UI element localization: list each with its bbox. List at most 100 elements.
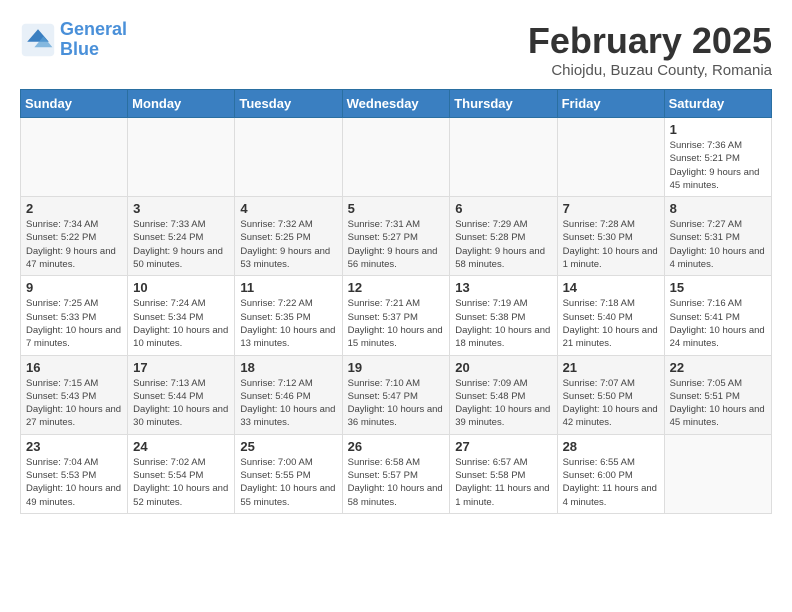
day-info: Sunrise: 7:16 AM Sunset: 5:41 PM Dayligh… bbox=[670, 297, 766, 350]
day-number: 4 bbox=[240, 201, 336, 216]
calendar-day-cell: 20 Sunrise: 7:09 AM Sunset: 5:48 PM Dayli… bbox=[450, 355, 557, 434]
calendar-day-cell bbox=[21, 118, 128, 197]
day-info: Sunrise: 7:21 AM Sunset: 5:37 PM Dayligh… bbox=[348, 297, 445, 350]
calendar-day-cell: 2 Sunrise: 7:34 AM Sunset: 5:22 PM Daylig… bbox=[21, 197, 128, 276]
day-info: Sunrise: 7:24 AM Sunset: 5:34 PM Dayligh… bbox=[133, 297, 229, 350]
day-info: Sunrise: 7:31 AM Sunset: 5:27 PM Dayligh… bbox=[348, 218, 445, 271]
day-info: Sunrise: 7:32 AM Sunset: 5:25 PM Dayligh… bbox=[240, 218, 336, 271]
day-number: 10 bbox=[133, 280, 229, 295]
day-number: 19 bbox=[348, 360, 445, 375]
day-number: 16 bbox=[26, 360, 122, 375]
calendar-header-row: SundayMondayTuesdayWednesdayThursdayFrid… bbox=[21, 90, 772, 118]
calendar-day-cell: 23 Sunrise: 7:04 AM Sunset: 5:53 PM Dayli… bbox=[21, 434, 128, 513]
day-info: Sunrise: 7:22 AM Sunset: 5:35 PM Dayligh… bbox=[240, 297, 336, 350]
calendar-day-cell: 9 Sunrise: 7:25 AM Sunset: 5:33 PM Daylig… bbox=[21, 276, 128, 355]
calendar-day-cell: 13 Sunrise: 7:19 AM Sunset: 5:38 PM Dayli… bbox=[450, 276, 557, 355]
calendar-day-cell: 24 Sunrise: 7:02 AM Sunset: 5:54 PM Dayli… bbox=[128, 434, 235, 513]
day-info: Sunrise: 6:58 AM Sunset: 5:57 PM Dayligh… bbox=[348, 456, 445, 509]
location-title: Chiojdu, Buzau County, Romania bbox=[528, 62, 772, 79]
day-info: Sunrise: 7:07 AM Sunset: 5:50 PM Dayligh… bbox=[563, 377, 659, 430]
day-number: 18 bbox=[240, 360, 336, 375]
day-number: 5 bbox=[348, 201, 445, 216]
day-number: 1 bbox=[670, 122, 766, 137]
logo: General Blue bbox=[20, 20, 127, 60]
day-info: Sunrise: 7:10 AM Sunset: 5:47 PM Dayligh… bbox=[348, 377, 445, 430]
day-number: 28 bbox=[563, 439, 659, 454]
day-info: Sunrise: 7:15 AM Sunset: 5:43 PM Dayligh… bbox=[26, 377, 122, 430]
page-header: General Blue February 2025 Chiojdu, Buza… bbox=[20, 20, 772, 79]
day-number: 21 bbox=[563, 360, 659, 375]
calendar-table: SundayMondayTuesdayWednesdayThursdayFrid… bbox=[20, 89, 772, 514]
calendar-day-cell: 22 Sunrise: 7:05 AM Sunset: 5:51 PM Dayli… bbox=[664, 355, 771, 434]
day-info: Sunrise: 7:28 AM Sunset: 5:30 PM Dayligh… bbox=[563, 218, 659, 271]
day-number: 20 bbox=[455, 360, 551, 375]
calendar-week-row: 9 Sunrise: 7:25 AM Sunset: 5:33 PM Daylig… bbox=[21, 276, 772, 355]
day-number: 3 bbox=[133, 201, 229, 216]
day-number: 11 bbox=[240, 280, 336, 295]
day-number: 23 bbox=[26, 439, 122, 454]
day-info: Sunrise: 7:13 AM Sunset: 5:44 PM Dayligh… bbox=[133, 377, 229, 430]
day-info: Sunrise: 6:55 AM Sunset: 6:00 PM Dayligh… bbox=[563, 456, 659, 509]
title-area: February 2025 Chiojdu, Buzau County, Rom… bbox=[528, 20, 772, 79]
day-info: Sunrise: 7:04 AM Sunset: 5:53 PM Dayligh… bbox=[26, 456, 122, 509]
day-info: Sunrise: 7:00 AM Sunset: 5:55 PM Dayligh… bbox=[240, 456, 336, 509]
day-number: 17 bbox=[133, 360, 229, 375]
calendar-day-cell: 12 Sunrise: 7:21 AM Sunset: 5:37 PM Dayli… bbox=[342, 276, 450, 355]
day-of-week-header: Sunday bbox=[21, 90, 128, 118]
day-of-week-header: Friday bbox=[557, 90, 664, 118]
day-info: Sunrise: 6:57 AM Sunset: 5:58 PM Dayligh… bbox=[455, 456, 551, 509]
logo-text: General Blue bbox=[60, 20, 127, 60]
calendar-day-cell: 26 Sunrise: 6:58 AM Sunset: 5:57 PM Dayli… bbox=[342, 434, 450, 513]
calendar-day-cell bbox=[664, 434, 771, 513]
day-info: Sunrise: 7:34 AM Sunset: 5:22 PM Dayligh… bbox=[26, 218, 122, 271]
calendar-day-cell: 18Sunrise: 7:12 AM Sunset: 5:46 PM Dayli… bbox=[235, 355, 342, 434]
day-of-week-header: Monday bbox=[128, 90, 235, 118]
day-of-week-header: Tuesday bbox=[235, 90, 342, 118]
calendar-week-row: 23 Sunrise: 7:04 AM Sunset: 5:53 PM Dayli… bbox=[21, 434, 772, 513]
day-of-week-header: Thursday bbox=[450, 90, 557, 118]
day-info: Sunrise: 7:19 AM Sunset: 5:38 PM Dayligh… bbox=[455, 297, 551, 350]
day-info: Sunrise: 7:36 AM Sunset: 5:21 PM Dayligh… bbox=[670, 139, 766, 192]
day-number: 9 bbox=[26, 280, 122, 295]
day-number: 22 bbox=[670, 360, 766, 375]
calendar-day-cell: 14 Sunrise: 7:18 AM Sunset: 5:40 PM Dayli… bbox=[557, 276, 664, 355]
day-info: Sunrise: 7:02 AM Sunset: 5:54 PM Dayligh… bbox=[133, 456, 229, 509]
month-title: February 2025 bbox=[528, 20, 772, 62]
calendar-day-cell bbox=[557, 118, 664, 197]
day-number: 8 bbox=[670, 201, 766, 216]
calendar-day-cell: 17 Sunrise: 7:13 AM Sunset: 5:44 PM Dayli… bbox=[128, 355, 235, 434]
calendar-day-cell: 1 Sunrise: 7:36 AM Sunset: 5:21 PM Daylig… bbox=[664, 118, 771, 197]
day-info: Sunrise: 7:25 AM Sunset: 5:33 PM Dayligh… bbox=[26, 297, 122, 350]
calendar-day-cell: 5 Sunrise: 7:31 AM Sunset: 5:27 PM Daylig… bbox=[342, 197, 450, 276]
calendar-day-cell: 11 Sunrise: 7:22 AM Sunset: 5:35 PM Dayli… bbox=[235, 276, 342, 355]
day-number: 2 bbox=[26, 201, 122, 216]
day-number: 13 bbox=[455, 280, 551, 295]
calendar-day-cell: 7Sunrise: 7:28 AM Sunset: 5:30 PM Daylig… bbox=[557, 197, 664, 276]
day-number: 24 bbox=[133, 439, 229, 454]
calendar-day-cell: 28 Sunrise: 6:55 AM Sunset: 6:00 PM Dayli… bbox=[557, 434, 664, 513]
calendar-day-cell bbox=[342, 118, 450, 197]
calendar-day-cell: 6Sunrise: 7:29 AM Sunset: 5:28 PM Daylig… bbox=[450, 197, 557, 276]
day-number: 14 bbox=[563, 280, 659, 295]
calendar-day-cell bbox=[128, 118, 235, 197]
day-number: 25 bbox=[240, 439, 336, 454]
day-info: Sunrise: 7:29 AM Sunset: 5:28 PM Dayligh… bbox=[455, 218, 551, 271]
day-number: 26 bbox=[348, 439, 445, 454]
logo-icon bbox=[20, 22, 56, 58]
day-info: Sunrise: 7:33 AM Sunset: 5:24 PM Dayligh… bbox=[133, 218, 229, 271]
day-info: Sunrise: 7:05 AM Sunset: 5:51 PM Dayligh… bbox=[670, 377, 766, 430]
calendar-day-cell: 21 Sunrise: 7:07 AM Sunset: 5:50 PM Dayli… bbox=[557, 355, 664, 434]
calendar-day-cell bbox=[450, 118, 557, 197]
calendar-day-cell: 4 Sunrise: 7:32 AM Sunset: 5:25 PM Daylig… bbox=[235, 197, 342, 276]
calendar-day-cell: 16 Sunrise: 7:15 AM Sunset: 5:43 PM Dayli… bbox=[21, 355, 128, 434]
calendar-week-row: 16 Sunrise: 7:15 AM Sunset: 5:43 PM Dayli… bbox=[21, 355, 772, 434]
day-number: 12 bbox=[348, 280, 445, 295]
day-info: Sunrise: 7:27 AM Sunset: 5:31 PM Dayligh… bbox=[670, 218, 766, 271]
day-of-week-header: Saturday bbox=[664, 90, 771, 118]
day-info: Sunrise: 7:18 AM Sunset: 5:40 PM Dayligh… bbox=[563, 297, 659, 350]
calendar-day-cell: 15Sunrise: 7:16 AM Sunset: 5:41 PM Dayli… bbox=[664, 276, 771, 355]
calendar-day-cell: 3 Sunrise: 7:33 AM Sunset: 5:24 PM Daylig… bbox=[128, 197, 235, 276]
calendar-day-cell: 10 Sunrise: 7:24 AM Sunset: 5:34 PM Dayli… bbox=[128, 276, 235, 355]
day-of-week-header: Wednesday bbox=[342, 90, 450, 118]
day-info: Sunrise: 7:09 AM Sunset: 5:48 PM Dayligh… bbox=[455, 377, 551, 430]
